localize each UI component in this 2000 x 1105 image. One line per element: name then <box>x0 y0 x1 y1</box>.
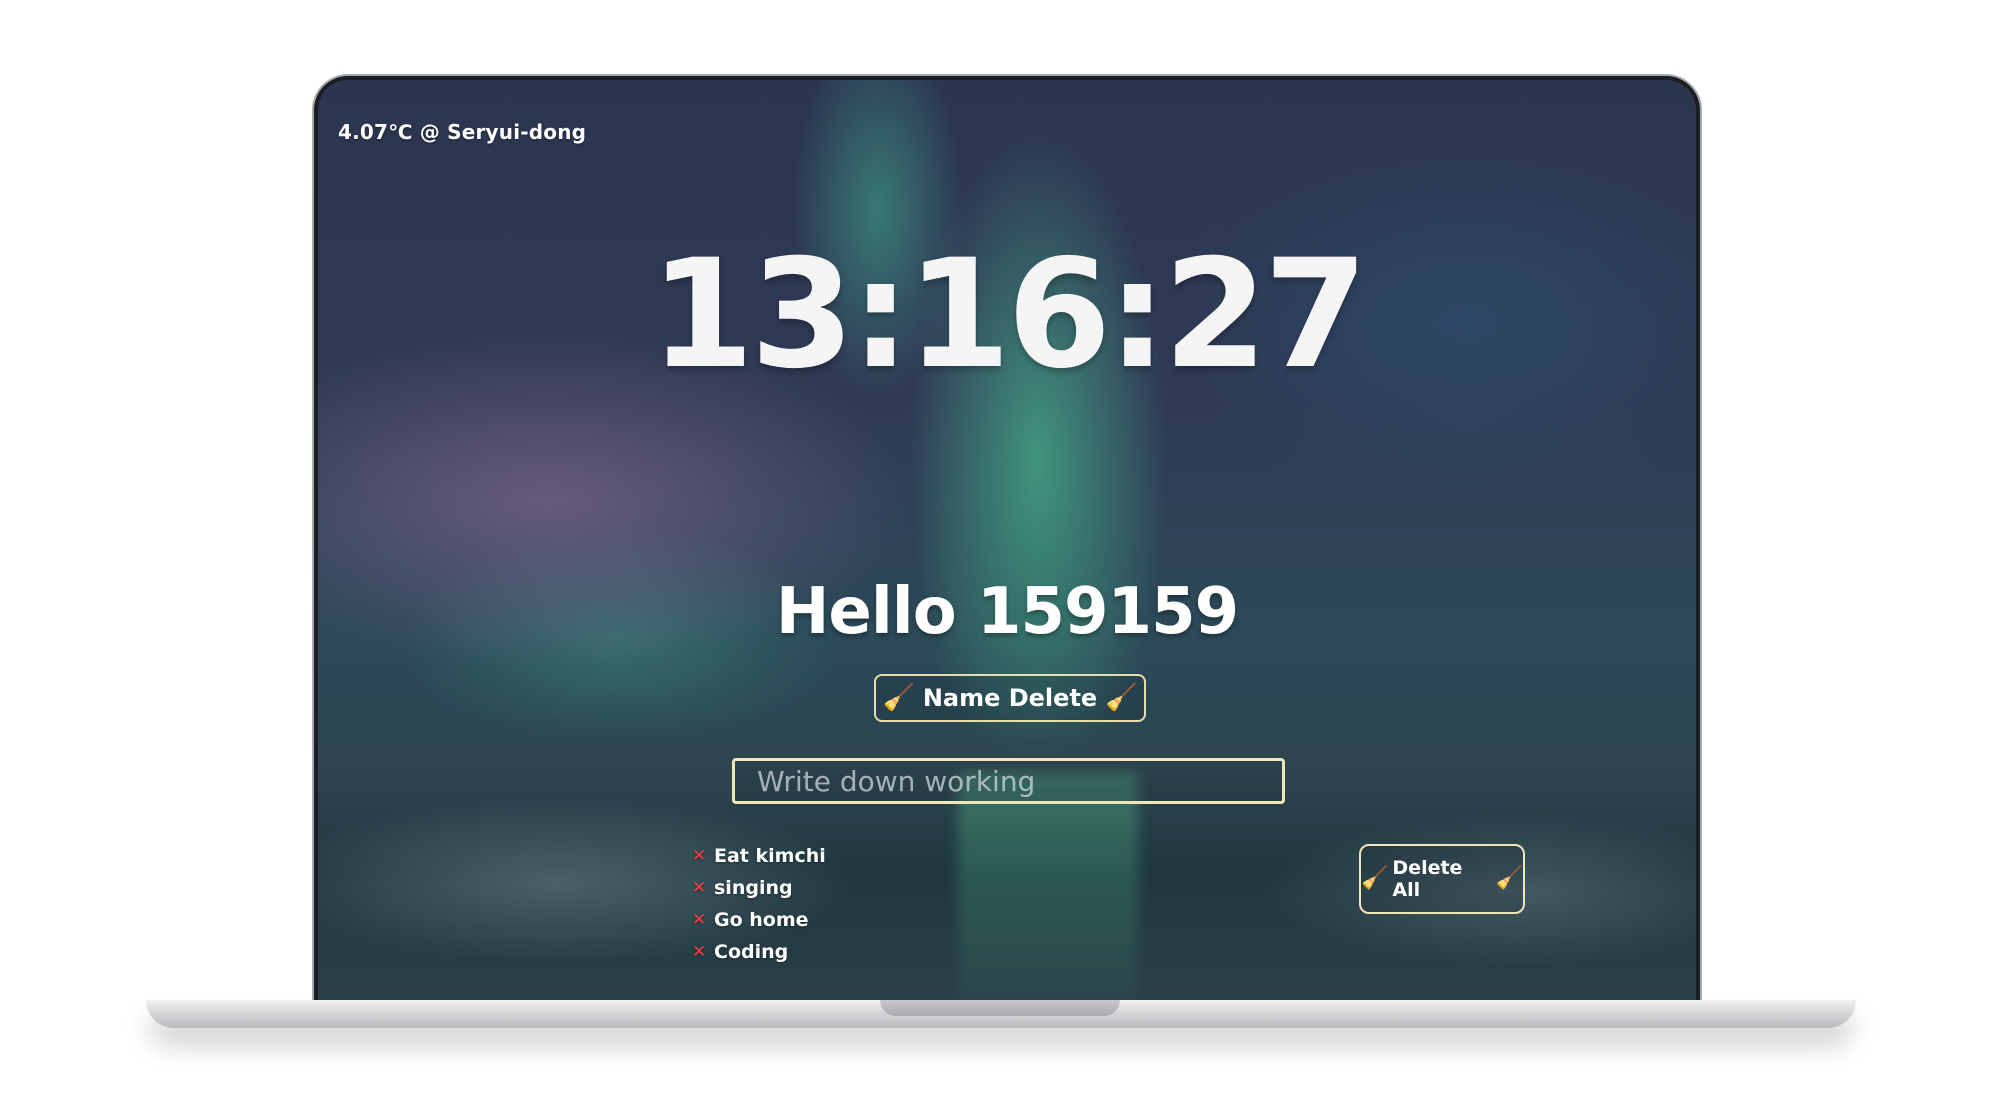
todo-text: Go home <box>714 909 809 931</box>
list-item: ✕ Coding <box>692 936 826 968</box>
delete-all-label: Delete All <box>1392 857 1463 901</box>
todo-text: singing <box>714 877 793 899</box>
todo-text: Coding <box>714 941 789 963</box>
clock: 13:16:27 <box>649 228 1368 402</box>
aurora-reflection <box>958 771 1138 1001</box>
greeting: Hello 159159 <box>775 575 1239 649</box>
delete-x-icon[interactable]: ✕ <box>692 878 714 898</box>
broom-icon: 🧹 <box>1105 683 1138 713</box>
weather-location: 4.07℃ @ Seryui-dong <box>338 120 587 144</box>
name-delete-button[interactable]: 🧹 Name Delete 🧹 <box>874 674 1146 722</box>
delete-x-icon[interactable]: ✕ <box>692 942 714 962</box>
stage: 4.07℃ @ Seryui-dong 13:16:27 Hello 15915… <box>0 0 2000 1105</box>
todo-input[interactable] <box>732 758 1285 804</box>
list-item: ✕ Eat kimchi <box>692 840 826 872</box>
todo-text: Eat kimchi <box>714 845 826 867</box>
list-item: ✕ singing <box>692 872 826 904</box>
delete-x-icon[interactable]: ✕ <box>692 846 714 866</box>
todo-list: ✕ Eat kimchi ✕ singing ✕ Go home ✕ Codin… <box>692 840 826 968</box>
delete-all-button[interactable]: 🧹 Delete All 🧹 <box>1359 844 1525 914</box>
laptop-notch <box>880 1000 1120 1016</box>
broom-icon: 🧹 <box>1361 866 1389 891</box>
list-item: ✕ Go home <box>692 904 826 936</box>
broom-icon: 🧹 <box>1495 866 1523 891</box>
laptop-screen-frame: 4.07℃ @ Seryui-dong 13:16:27 Hello 15915… <box>314 76 1700 1001</box>
name-delete-label: Name Delete <box>922 684 1098 712</box>
screen: 4.07℃ @ Seryui-dong 13:16:27 Hello 15915… <box>318 80 1696 1001</box>
delete-x-icon[interactable]: ✕ <box>692 910 714 930</box>
broom-icon: 🧹 <box>882 683 915 713</box>
